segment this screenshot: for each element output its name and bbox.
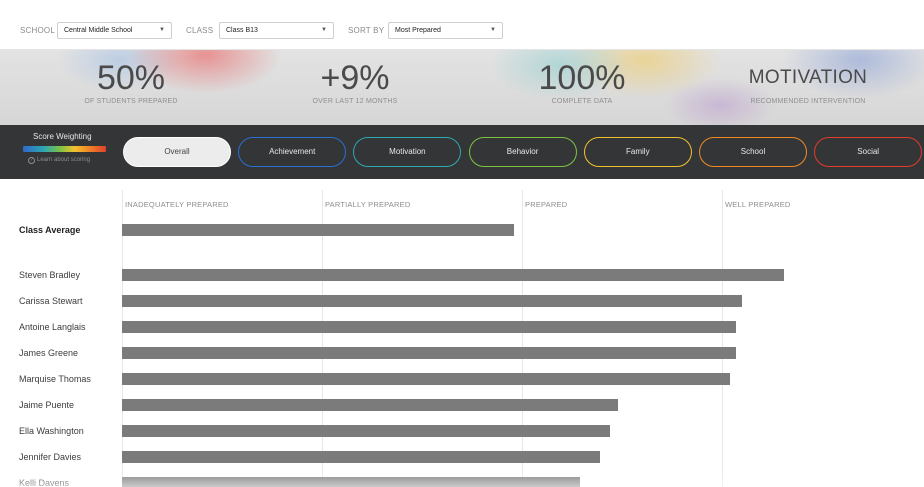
- student-name[interactable]: Ella Washington: [19, 426, 84, 436]
- school-select[interactable]: Central Middle School ▼: [57, 22, 172, 39]
- student-name[interactable]: Antoine Langlais: [19, 322, 86, 332]
- student-name[interactable]: James Greene: [19, 348, 78, 358]
- chevron-down-icon: ▼: [321, 27, 327, 33]
- class-label: CLASS: [186, 26, 214, 35]
- band-heading: WELL PREPARED: [725, 200, 791, 209]
- gridline: [722, 190, 723, 487]
- stat-caption: OVER LAST 12 MONTHS: [312, 98, 398, 105]
- learn-about-scoring-link[interactable]: ? Learn about scoring: [28, 157, 90, 164]
- student-name[interactable]: Marquise Thomas: [19, 374, 91, 384]
- tab-social[interactable]: Social: [814, 137, 923, 167]
- student-score-bar[interactable]: [122, 451, 600, 463]
- student-name[interactable]: Jennifer Davies: [19, 452, 81, 462]
- class-select[interactable]: Class B13 ▼: [219, 22, 334, 39]
- sort-label: SORT BY: [348, 26, 385, 35]
- learn-about-scoring-label: Learn about scoring: [37, 157, 91, 163]
- student-score-bar[interactable]: [122, 425, 610, 437]
- stat-complete-data: 100% COMPLETE DATA: [467, 60, 697, 105]
- class-average-label: Class Average: [19, 225, 81, 235]
- filter-bar: SCHOOL Central Middle School ▼ CLASS Cla…: [0, 0, 924, 50]
- tab-behavior[interactable]: Behavior: [468, 137, 577, 167]
- tab-school[interactable]: School: [699, 137, 807, 167]
- stat-prepared: 50% OF STUDENTS PREPARED: [16, 60, 246, 105]
- student-name[interactable]: Steven Bradley: [19, 270, 80, 280]
- school-select-value: Central Middle School: [64, 27, 133, 34]
- student-name[interactable]: Carissa Stewart: [19, 296, 83, 306]
- gridline: [522, 190, 523, 487]
- band-heading: PARTIALLY PREPARED: [325, 200, 411, 209]
- sort-select[interactable]: Most Prepared ▼: [388, 22, 503, 39]
- student-name[interactable]: Jaime Puente: [19, 400, 74, 410]
- tab-overall[interactable]: Overall: [123, 137, 231, 167]
- student-score-bar[interactable]: [122, 399, 618, 411]
- score-weighting-title: Score Weighting: [33, 132, 92, 141]
- stat-value: 50%: [96, 59, 166, 97]
- bottom-fade: [0, 470, 924, 487]
- stat-value: +9%: [320, 59, 390, 97]
- student-score-bar[interactable]: [122, 321, 736, 333]
- tab-family[interactable]: Family: [583, 137, 692, 167]
- school-label: SCHOOL: [20, 26, 55, 35]
- stat-change: +9% OVER LAST 12 MONTHS: [240, 60, 470, 105]
- chevron-down-icon: ▼: [159, 27, 165, 33]
- help-icon: ?: [28, 157, 35, 164]
- student-score-bar[interactable]: [122, 347, 736, 359]
- stat-intervention: MOTIVATION RECOMMENDED INTERVENTION: [693, 60, 923, 105]
- stat-caption: COMPLETE DATA: [551, 98, 613, 105]
- class-select-value: Class B13: [226, 27, 258, 34]
- band-heading: PREPARED: [525, 200, 568, 209]
- stat-value: MOTIVATION: [748, 67, 868, 88]
- class-average-bar: [122, 224, 514, 236]
- tab-motivation[interactable]: Motivation: [353, 137, 462, 167]
- sort-select-value: Most Prepared: [395, 27, 441, 34]
- chevron-down-icon: ▼: [490, 27, 496, 33]
- summary-banner: 50% OF STUDENTS PREPARED +9% OVER LAST 1…: [0, 50, 924, 125]
- score-weighting-gradient[interactable]: [23, 146, 106, 152]
- student-score-bar[interactable]: [122, 269, 784, 281]
- stat-value: 100%: [538, 59, 626, 97]
- stat-caption: OF STUDENTS PREPARED: [84, 98, 178, 105]
- student-score-bar[interactable]: [122, 373, 730, 385]
- stat-caption: RECOMMENDED INTERVENTION: [750, 98, 866, 105]
- tab-achievement[interactable]: Achievement: [238, 137, 347, 167]
- student-score-bar[interactable]: [122, 295, 742, 307]
- band-heading: INADEQUATELY PREPARED: [125, 200, 229, 209]
